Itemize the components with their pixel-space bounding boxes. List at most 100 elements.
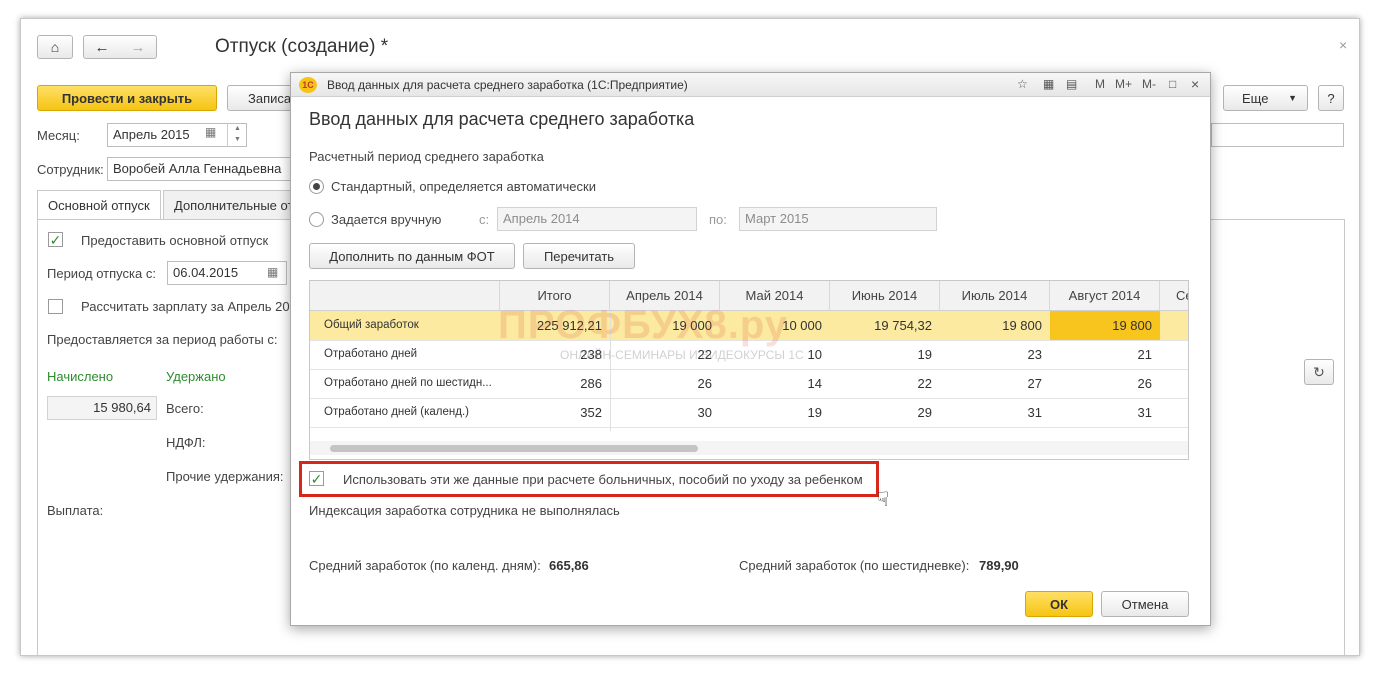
leave-period-from-value: 06.04.2015 [173,265,239,280]
tab-additional-leave[interactable]: Дополнительные отпуска [163,190,293,220]
grid-row-name: Общий заработок [324,319,419,331]
bookmark-icon[interactable]: ☆ [1017,77,1028,91]
pointing-hand-icon: ☟ [877,489,890,511]
month-label: Месяц: [37,128,80,143]
close-icon[interactable]: × [1339,37,1347,53]
radio-standard[interactable] [309,179,324,194]
radio-manual-label: Задается вручную [331,212,442,227]
period-section-label: Расчетный период среднего заработка [309,149,544,164]
grid-cell[interactable]: 19 800 [940,311,1050,340]
grid-row-name: Отработано дней по шестидн... [324,377,492,389]
grid-cell[interactable]: 286 [500,369,610,398]
from-label: с: [479,212,490,227]
memory-m-button[interactable]: M [1095,77,1105,91]
accrued-value: 15 980,64 [47,396,157,420]
payment-label: Выплата: [47,503,104,518]
month-value: Апрель 2015 [113,127,190,142]
use-data-checkbox[interactable]: ✓ [309,471,324,486]
avg-sixday-label: Средний заработок (по шестидневке): [739,558,970,573]
close-icon[interactable]: × [1191,76,1199,92]
calendar-icon[interactable]: ▦ [267,265,278,279]
to-value: Март 2015 [745,211,809,226]
grid-cell[interactable]: 19 [830,340,940,369]
help-button[interactable]: ? [1318,85,1344,111]
post-and-close-button[interactable]: Провести и закрыть [37,85,217,111]
from-value: Апрель 2014 [503,211,580,226]
grid-cell[interactable]: 19 754,32 [830,311,940,340]
recalc-button[interactable]: Перечитать [523,243,635,269]
memory-minus-button[interactable]: M- [1142,77,1156,91]
grid-cell[interactable]: 21 [1050,340,1160,369]
month-input[interactable]: Апрель 2015 [107,123,247,147]
calc-salary-label: Рассчитать зарплату за Апрель 2015 [81,299,291,314]
grid-cell[interactable]: 26 [610,369,720,398]
fill-fot-button[interactable]: Дополнить по данным ФОТ [309,243,515,269]
tab-main-leave[interactable]: Основной отпуск [37,190,161,220]
dialog-window-title: Ввод данных для расчета среднего заработ… [327,78,688,92]
to-input[interactable]: Март 2015 [739,207,937,231]
refresh-icon: ↻ [1313,363,1325,380]
memory-plus-button[interactable]: M+ [1115,77,1132,91]
radio-standard-label: Стандартный, определяется автоматически [331,179,596,194]
ndfl-label: НДФЛ: [166,435,206,450]
dropdown-arrow-icon: ▼ [1288,93,1297,103]
page-title: Отпуск (создание) * [215,36,389,57]
employee-input[interactable]: Воробей Алла Геннадьевна [107,157,297,181]
grid-header-month[interactable]: Август 2014 [1050,281,1160,311]
calc-salary-checkbox[interactable] [48,299,63,314]
grid-cell[interactable]: 23 [940,340,1050,369]
month-stepper[interactable]: ▲ ▼ [227,123,247,147]
grid-cell[interactable]: 26 [1050,369,1160,398]
calendar-icon[interactable]: ▤ [1066,77,1077,91]
grid-header-month[interactable]: Се [1160,281,1188,311]
1c-logo-icon: 1С [299,77,317,93]
more-button[interactable]: Еще ▼ [1223,85,1308,111]
cancel-button[interactable]: Отмена [1101,591,1189,617]
use-data-label: Использовать эти же данные при расчете б… [343,472,863,487]
indexation-note: Индексация заработка сотрудника не выпол… [309,503,620,518]
grid-line [310,427,1188,428]
watermark-tagline: ОНЛАЙН-СЕМИНАРЫ И ВИДЕОКУРСЫ 1С [560,348,804,362]
other-withholdings-label: Прочие удержания: [166,469,284,484]
refresh-button[interactable]: ↻ [1304,359,1334,385]
forward-arrow-icon[interactable]: → [131,39,146,56]
dialog-heading: Ввод данных для расчета среднего заработ… [309,109,695,129]
grid-cell[interactable]: 14 [720,369,830,398]
grant-leave-checkbox[interactable]: ✓ [48,232,63,247]
nav-buttons: ← → [83,35,157,59]
avg-calendar-label: Средний заработок (по календ. дням): [309,558,541,573]
to-label: по: [709,212,727,227]
grid-row-name: Отработано дней (календ.) [324,406,469,418]
work-period-label: Предоставляется за период работы с: [47,332,278,347]
calendar-icon[interactable]: ▦ [205,125,216,139]
grid-cell[interactable]: 27 [940,369,1050,398]
grid-cell[interactable]: 30 [610,398,720,427]
calculator-icon[interactable]: ▦ [1043,77,1054,91]
grid-cell[interactable]: 352 [500,398,610,427]
grid-scrollbar-thumb[interactable] [330,445,698,452]
total-label: Всего: [166,401,204,416]
radio-manual[interactable] [309,212,324,227]
home-icon: ⌂ [50,39,60,55]
grid-cell[interactable]: 19 800 [1050,311,1160,340]
grid-header-month[interactable]: Июнь 2014 [830,281,940,311]
grid-cell[interactable]: 31 [1050,398,1160,427]
avg-sixday-value: 789,90 [979,558,1019,573]
grid-cell[interactable]: 31 [940,398,1050,427]
accrued-label: Начислено [47,369,114,384]
withheld-label: Удержано [166,369,226,384]
watermark-brand: ПРОФБУХ8.ру [498,303,788,347]
back-arrow-icon[interactable]: ← [95,39,110,56]
from-input[interactable]: Апрель 2014 [497,207,697,231]
employee-label: Сотрудник: [37,162,104,177]
avg-calendar-value: 665,86 [549,558,589,573]
maximize-icon[interactable]: □ [1169,77,1176,91]
home-button[interactable]: ⌂ [37,35,73,59]
right-field[interactable] [1211,123,1344,147]
grid-cell[interactable]: 22 [830,369,940,398]
dialog-titlebar: 1С Ввод данных для расчета среднего зара… [291,73,1210,97]
grid-cell[interactable]: 29 [830,398,940,427]
grid-header-month[interactable]: Июль 2014 [940,281,1050,311]
grid-cell[interactable]: 19 [720,398,830,427]
ok-button[interactable]: ОК [1025,591,1093,617]
